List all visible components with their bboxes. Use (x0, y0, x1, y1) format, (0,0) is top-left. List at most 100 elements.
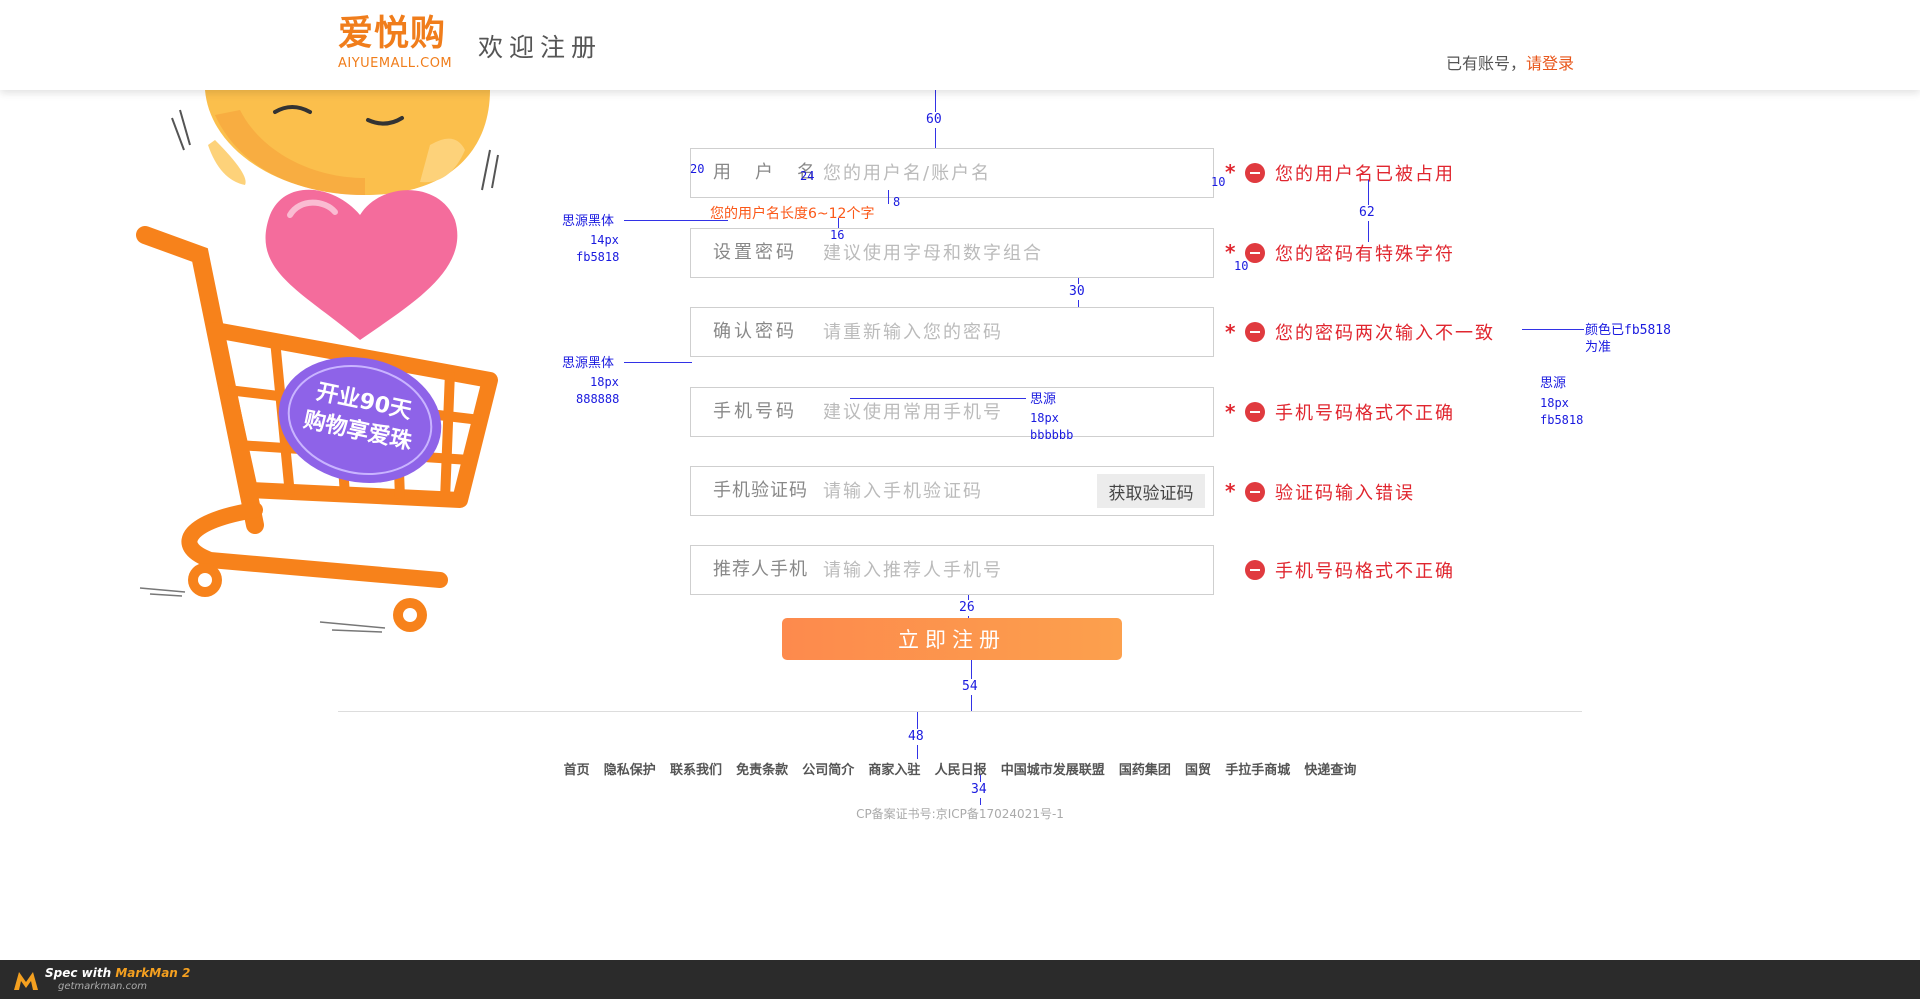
markman-logo-icon (14, 972, 38, 990)
required-mark: * (1225, 479, 1236, 503)
confirm-password-error: 您的密码两次输入不一致 (1245, 320, 1495, 344)
get-code-button[interactable]: 获取验证码 (1097, 474, 1205, 508)
phone-row: 手机号码 (690, 387, 1214, 437)
annotation-line (850, 398, 1026, 399)
spacing-label: 8 (893, 195, 901, 209)
footer-link[interactable]: 公司简介 (802, 763, 854, 778)
markman-prefix: Spec with (45, 966, 116, 980)
annotation-line (624, 220, 728, 221)
username-input[interactable] (823, 149, 1183, 197)
annotation-line (624, 362, 692, 363)
markman-title: Spec with MarkMan 2 (45, 966, 190, 980)
note-error-hex: fb5818 (1540, 413, 1584, 427)
confirm-password-label: 确认密码 (713, 321, 797, 342)
footer-link[interactable]: 快递查询 (1304, 763, 1356, 778)
footer-link[interactable]: 手拉手商城 (1225, 763, 1290, 778)
note-error-size: 18px (1540, 396, 1569, 410)
spacing-label: 16 (830, 228, 845, 242)
error-icon (1245, 163, 1265, 183)
spacing-label: 20 (690, 162, 705, 176)
registration-page: 爱悦购 AIYUEMALL.COM 欢迎注册 已有账号，请登录 开业90天 购物… (0, 0, 1920, 999)
footer-links: 首页 隐私保护 联系我们 免责条款 公司简介 商家入驻 人民日报 中国城市发展联… (0, 759, 1920, 778)
referrer-input[interactable] (823, 546, 1183, 594)
password-error: 您的密码有特殊字符 (1245, 241, 1455, 265)
footer-link[interactable]: 中国城市发展联盟 (1001, 763, 1105, 778)
site-header: 爱悦购 AIYUEMALL.COM 欢迎注册 已有账号，请登录 (0, 0, 1920, 90)
footer-link[interactable]: 首页 (564, 763, 590, 778)
site-logo[interactable]: 爱悦购 AIYUEMALL.COM (338, 14, 453, 78)
sms-code-label: 手机验证码 (713, 480, 808, 501)
note-hint-size: 14px (590, 233, 619, 247)
footer-link[interactable]: 隐私保护 (604, 763, 656, 778)
logo-domain: AIYUEMALL.COM (338, 56, 453, 71)
shopping-cart-illustration: 开业90天 购物享爱珠 (136, 90, 499, 633)
mascot-face-icon (171, 90, 499, 195)
footer-link[interactable]: 联系我们 (670, 763, 722, 778)
spacing-label: 34 (971, 782, 987, 798)
sms-code-input[interactable] (823, 467, 1073, 515)
spacing-label: 48 (908, 729, 924, 745)
required-mark: * (1225, 320, 1236, 344)
error-icon (1245, 482, 1265, 502)
phone-input[interactable] (823, 388, 1183, 436)
sms-code-error-text: 验证码输入错误 (1275, 483, 1415, 504)
footer-link[interactable]: 人民日报 (935, 763, 987, 778)
footer-link[interactable]: 免责条款 (736, 763, 788, 778)
spacing-label: 26 (959, 600, 975, 616)
referrer-label: 推荐人手机 (713, 559, 808, 580)
sms-code-row: 手机验证码 获取验证码 (690, 466, 1214, 516)
login-link[interactable]: 请登录 (1526, 54, 1574, 73)
username-error-text: 您的用户名已被占用 (1275, 164, 1455, 185)
markman-url[interactable]: getmarkman.com (58, 981, 147, 992)
spacing-label: 10 (1211, 175, 1226, 189)
copyright: CP备案证书号:京ICP备17024021号-1 (856, 807, 1064, 821)
note-placeholder-size: 18px (1030, 411, 1059, 425)
password-error-text: 您的密码有特殊字符 (1275, 244, 1455, 265)
footer-link[interactable]: 国贸 (1185, 763, 1211, 778)
spacing-label: 10 (1234, 259, 1249, 273)
error-icon (1245, 402, 1265, 422)
footer-divider (338, 711, 1582, 712)
note-label-color: 888888 (576, 392, 620, 406)
markman-brand: MarkMan 2 (115, 966, 191, 980)
spacing-label: 54 (962, 679, 978, 695)
heart-icon (265, 189, 458, 340)
confirm-password-input[interactable] (823, 308, 1183, 356)
required-mark: * (1225, 160, 1236, 184)
spacing-label: 30 (1069, 284, 1085, 300)
register-button[interactable]: 立即注册 (782, 618, 1122, 660)
confirm-password-error-text: 您的密码两次输入不一致 (1275, 323, 1495, 344)
password-label: 设置密码 (713, 242, 797, 263)
username-row: 用 户 名 (690, 148, 1214, 198)
phone-error-text: 手机号码格式不正确 (1275, 403, 1455, 424)
note-placeholder-font: 思源 (1030, 392, 1057, 407)
error-icon (1245, 322, 1265, 342)
note-hint-font: 思源黑体 (562, 214, 615, 229)
login-prefix: 已有账号， (1446, 54, 1527, 73)
spacing-label: 62 (1359, 205, 1375, 221)
required-mark: * (1225, 400, 1236, 424)
note-error-color: 颜色已fb5818 (1585, 323, 1671, 338)
page-title: 欢迎注册 (478, 33, 603, 62)
footer-link[interactable]: 商家入驻 (868, 763, 920, 778)
annotation-line (1522, 329, 1584, 330)
spacing-label: 60 (926, 112, 942, 128)
note-label-size: 18px (590, 375, 619, 389)
referrer-error: 手机号码格式不正确 (1245, 558, 1455, 582)
password-row: 设置密码 (690, 228, 1214, 278)
footer-link[interactable]: 国药集团 (1119, 763, 1171, 778)
password-input[interactable] (823, 229, 1183, 277)
username-hint: 您的用户名长度6~12个字 (710, 206, 875, 222)
phone-error: 手机号码格式不正确 (1245, 400, 1455, 424)
note-error-color-2: 为准 (1585, 340, 1612, 355)
confirm-password-row: 确认密码 (690, 307, 1214, 357)
referrer-row: 推荐人手机 (690, 545, 1214, 595)
logo-text: 爱悦购 (338, 14, 447, 54)
spacing-label: 24 (800, 169, 815, 183)
note-label-font: 思源黑体 (562, 356, 615, 371)
error-icon (1245, 560, 1265, 580)
referrer-error-text: 手机号码格式不正确 (1275, 561, 1455, 582)
username-error: 您的用户名已被占用 (1245, 161, 1455, 185)
login-hint: 已有账号，请登录 (1446, 50, 1574, 74)
note-error-font: 思源 (1540, 376, 1567, 391)
